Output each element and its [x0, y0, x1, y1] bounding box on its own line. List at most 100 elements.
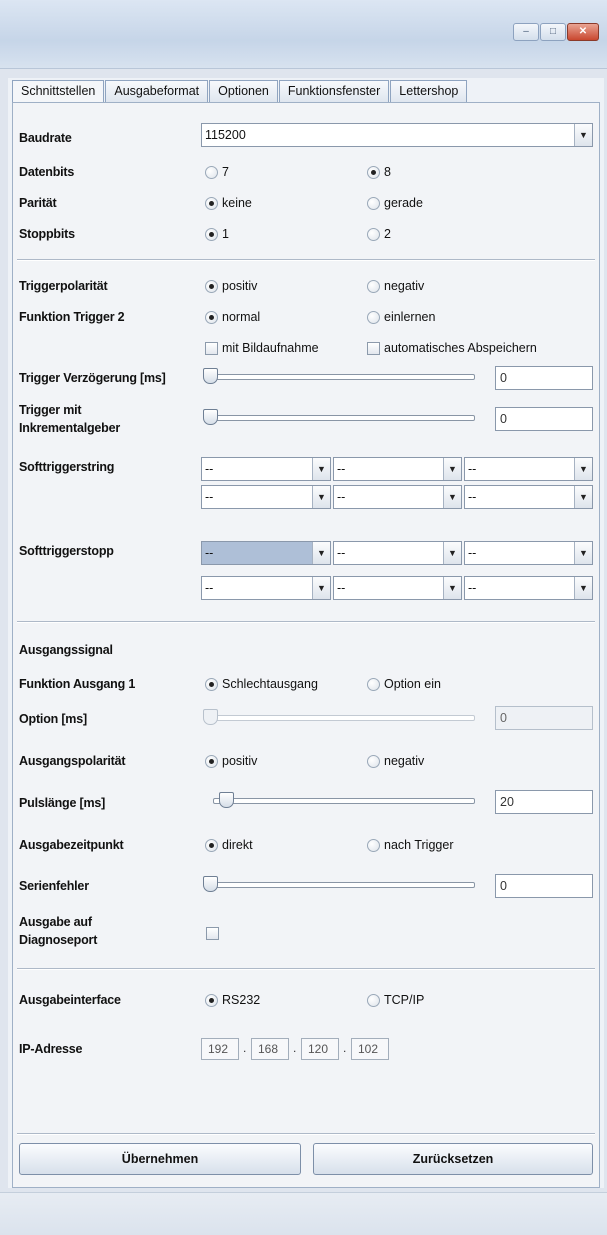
funktion-ausgang1-option-option-ein[interactable]: Option ein	[367, 677, 441, 691]
softtriggerstring-select-6[interactable]: -- ▼	[464, 485, 593, 509]
softtriggerstopp-select-6[interactable]: -- ▼	[464, 576, 593, 600]
tab-optionen[interactable]: Optionen	[209, 80, 278, 102]
radio-selected-icon	[205, 677, 218, 691]
slider-thumb[interactable]	[203, 876, 218, 892]
softtriggerstring-select-2[interactable]: -- ▼	[333, 457, 462, 481]
ausgabe-diagnoseport-label-line2: Diagnoseport	[19, 933, 98, 947]
trigger-inkrementalgeber-label-line2: Inkrementalgeber	[19, 421, 121, 435]
tab-funktionsfenster[interactable]: Funktionsfenster	[278, 80, 390, 102]
ip-octet-2[interactable]: 168	[251, 1038, 289, 1060]
slider-thumb[interactable]	[219, 792, 234, 808]
trigger-verzoegerung-slider[interactable]	[203, 367, 475, 385]
pulslaenge-slider[interactable]	[211, 791, 475, 809]
slider-track	[213, 798, 475, 804]
softtriggerstopp-select-5[interactable]: -- ▼	[333, 576, 462, 600]
select-value: --	[468, 581, 477, 595]
tab-lettershop[interactable]: Lettershop	[390, 80, 468, 102]
ausgangspolaritaet-option-label: negativ	[384, 754, 425, 768]
ip-octet-1[interactable]: 192	[201, 1038, 239, 1060]
radio-icon	[367, 279, 380, 293]
paritaet-option-label: gerade	[384, 196, 423, 210]
datenbits-option-7[interactable]: 7	[205, 165, 229, 179]
ip-address-field: 192 . 168 . 120 . 102	[201, 1038, 411, 1060]
ausgangspolaritaet-option-negativ[interactable]: negativ	[367, 754, 424, 768]
funktion-ausgang1-option-label: Schlechtausgang	[222, 677, 318, 691]
minimize-icon: –	[523, 26, 529, 37]
trigger-verzoegerung-input[interactable]: 0	[495, 366, 593, 390]
trigger-inkrementalgeber-input[interactable]: 0	[495, 407, 593, 431]
chevron-down-icon: ▼	[574, 577, 592, 599]
funktion-trigger2-option-normal[interactable]: normal	[205, 310, 260, 324]
minimize-button[interactable]: –	[513, 23, 539, 41]
radio-selected-icon	[205, 279, 218, 293]
mit-bildaufnahme-checkbox[interactable]: mit Bildaufnahme	[205, 341, 319, 355]
ip-separator: .	[243, 1041, 247, 1055]
chevron-down-icon: ▼	[312, 486, 330, 508]
mit-bildaufnahme-label: mit Bildaufnahme	[222, 341, 319, 355]
datenbits-option-8[interactable]: 8	[367, 165, 391, 179]
pulslaenge-input[interactable]: 20	[495, 790, 593, 814]
softtriggerstopp-select-4[interactable]: -- ▼	[201, 576, 331, 600]
select-value: --	[205, 490, 214, 504]
slider-track	[205, 415, 475, 421]
paritaet-option-gerade[interactable]: gerade	[367, 196, 423, 210]
softtriggerstopp-select-2[interactable]: -- ▼	[333, 541, 462, 565]
ausgangspolaritaet-option-positiv[interactable]: positiv	[205, 754, 257, 768]
softtriggerstopp-select-3[interactable]: -- ▼	[464, 541, 593, 565]
stoppbits-option-2[interactable]: 2	[367, 227, 391, 241]
chevron-down-icon: ▼	[443, 542, 461, 564]
ausgabezeitpunkt-option-direkt[interactable]: direkt	[205, 838, 253, 852]
chevron-down-icon: ▼	[574, 486, 592, 508]
option-ms-slider[interactable]	[203, 708, 475, 726]
select-value: --	[205, 462, 214, 476]
triggerpolaritaet-option-positiv[interactable]: positiv	[205, 279, 257, 293]
ausgabezeitpunkt-option-nach-trigger[interactable]: nach Trigger	[367, 838, 453, 852]
automatisches-abspeichern-checkbox[interactable]: automatisches Abspeichern	[367, 341, 537, 355]
tab-schnittstellen[interactable]: Schnittstellen	[12, 80, 105, 103]
serienfehler-input[interactable]: 0	[495, 874, 593, 898]
checkbox-icon	[367, 341, 380, 355]
slider-thumb[interactable]	[203, 409, 218, 425]
select-value: --	[337, 546, 346, 560]
radio-selected-icon	[205, 993, 218, 1007]
softtriggerstring-select-4[interactable]: -- ▼	[201, 485, 331, 509]
chevron-down-icon: ▼	[443, 577, 461, 599]
slider-thumb[interactable]	[203, 709, 218, 725]
maximize-button[interactable]: □	[540, 23, 566, 41]
ausgabeinterface-option-tcpip[interactable]: TCP/IP	[367, 993, 424, 1007]
ausgabezeitpunkt-option-label: direkt	[222, 838, 253, 852]
trigger-inkrementalgeber-slider[interactable]	[203, 408, 475, 426]
select-value: --	[468, 490, 477, 504]
paritaet-option-keine[interactable]: keine	[205, 196, 252, 210]
baudrate-value: 115200	[205, 128, 246, 142]
tab-ausgabeformat[interactable]: Ausgabeformat	[105, 80, 209, 102]
funktion-trigger2-option-einlernen[interactable]: einlernen	[367, 310, 435, 324]
triggerpolaritaet-option-negativ[interactable]: negativ	[367, 279, 424, 293]
softtriggerstring-select-1[interactable]: -- ▼	[201, 457, 331, 481]
funktion-ausgang1-option-schlechtausgang[interactable]: Schlechtausgang	[205, 677, 318, 691]
ausgabe-diagnoseport-checkbox[interactable]	[206, 927, 219, 943]
stoppbits-option-1[interactable]: 1	[205, 227, 229, 241]
option-ms-label: Option [ms]	[19, 712, 87, 726]
settings-panel: Schnittstellen Ausgabeformat Optionen Fu…	[8, 78, 604, 1188]
ausgabeinterface-option-rs232[interactable]: RS232	[205, 993, 260, 1007]
softtriggerstring-select-3[interactable]: -- ▼	[464, 457, 593, 481]
datenbits-label: Datenbits	[19, 165, 75, 179]
softtriggerstring-select-5[interactable]: -- ▼	[333, 485, 462, 509]
softtriggerstopp-select-1[interactable]: -- ▼	[201, 541, 331, 565]
funktion-trigger2-option-label: normal	[222, 310, 261, 324]
ip-octet-3[interactable]: 120	[301, 1038, 339, 1060]
baudrate-select[interactable]: 115200 ▼	[201, 123, 593, 147]
radio-selected-icon	[205, 754, 218, 768]
reset-button[interactable]: Zurücksetzen	[313, 1143, 593, 1175]
ip-octet-4[interactable]: 102	[351, 1038, 389, 1060]
option-ms-input[interactable]: 0	[495, 706, 593, 730]
slider-track	[205, 882, 475, 888]
apply-button[interactable]: Übernehmen	[19, 1143, 301, 1175]
slider-thumb[interactable]	[203, 368, 218, 384]
separator	[17, 621, 595, 623]
close-button[interactable]: ✕	[567, 23, 599, 41]
radio-icon	[367, 227, 380, 241]
radio-icon	[367, 838, 380, 852]
serienfehler-slider[interactable]	[203, 875, 475, 893]
